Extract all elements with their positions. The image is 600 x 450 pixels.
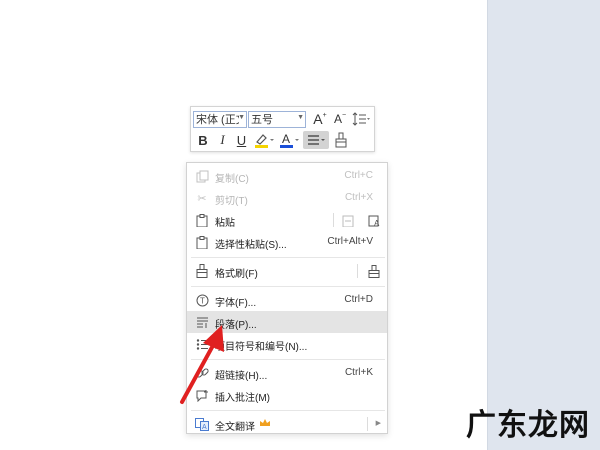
paragraph-icon	[195, 315, 209, 329]
svg-text:A: A	[202, 424, 207, 431]
highlight-button[interactable]	[251, 131, 277, 149]
font-color-icon: A	[280, 132, 299, 148]
menu-item-paste-special[interactable]: 选择性粘贴(S)... Ctrl+Alt+V	[187, 231, 387, 253]
font-color-button[interactable]: A	[277, 131, 301, 149]
line-spacing-icon	[352, 112, 370, 126]
mini-toolbar: 宋体 (正文 ▼ 五号 ▼ A+ A− B I U	[190, 106, 375, 152]
svg-text:A: A	[374, 219, 380, 227]
menu-item-label: 超链接(H)...	[215, 371, 268, 382]
format-painter-icon	[335, 132, 347, 148]
highlighter-icon	[255, 134, 274, 148]
menu-item-cut[interactable]: ✂ 剪切(T) Ctrl+X	[187, 187, 387, 209]
menu-item-label: 格式刷(F)	[215, 269, 258, 280]
menu-item-hyperlink[interactable]: 超链接(H)... Ctrl+K	[187, 362, 387, 384]
shortcut-text: Ctrl+X	[344, 192, 373, 203]
menu-item-paste[interactable]: 粘贴 A	[187, 209, 387, 231]
side-panel	[487, 0, 600, 450]
menu-separator	[191, 257, 385, 258]
grow-font-button[interactable]: A +	[310, 110, 330, 128]
menu-item-label: 全文翻译	[215, 422, 255, 433]
menu-item-label: 复制(C)	[215, 174, 249, 185]
format-painter-icon	[195, 264, 209, 278]
menu-item-label: 剪切(T)	[215, 196, 248, 207]
underline-button[interactable]: U	[232, 131, 251, 149]
toolbar-row-2: B I U A	[193, 130, 351, 150]
toolbar-row-1: 宋体 (正文 ▼ 五号 ▼ A+ A−	[193, 109, 372, 129]
scissors-icon: ✂	[197, 192, 207, 205]
menu-item-label: 插入批注(M)	[215, 393, 270, 404]
menu-item-label: 项目符号和编号(N)...	[215, 342, 308, 353]
divider	[357, 264, 358, 278]
menu-separator	[191, 410, 385, 411]
link-icon	[195, 366, 209, 380]
menu-item-label: 选择性粘贴(S)...	[215, 240, 287, 251]
clipboard-icon	[195, 213, 209, 227]
watermark-text: 广东龙网	[466, 408, 590, 443]
menu-item-insert-comment[interactable]: 插入批注(M)	[187, 384, 387, 406]
paste-keep-format-icon[interactable]: A	[367, 213, 381, 227]
menu-item-translate[interactable]: A 全文翻译 ▶	[187, 413, 387, 435]
menu-item-label: 字体(F)...	[215, 298, 257, 309]
bold-icon: B	[198, 132, 208, 148]
font-name-select[interactable]: 宋体 (正文 ▼	[193, 110, 247, 128]
align-icon	[308, 135, 325, 145]
menu-item-paragraph[interactable]: 段落(P)...	[187, 311, 387, 333]
context-menu: 复制(C) Ctrl+C ✂ 剪切(T) Ctrl+X 粘贴 A 选择性粘贴(S…	[186, 162, 388, 434]
menu-item-label: 段落(P)...	[215, 320, 257, 331]
shortcut-text: Ctrl+Alt+V	[327, 236, 373, 247]
bold-button[interactable]: B	[193, 131, 213, 149]
divider	[333, 213, 334, 227]
menu-separator	[191, 286, 385, 287]
chevron-down-icon: ▼	[238, 113, 245, 121]
menu-item-format-painter[interactable]: 格式刷(F)	[187, 260, 387, 282]
font-name-value: 宋体 (正文	[196, 114, 239, 126]
bullet-list-icon	[195, 337, 209, 351]
italic-icon: I	[220, 132, 225, 147]
shrink-font-button[interactable]: A −	[330, 110, 350, 128]
menu-item-bullets[interactable]: 项目符号和编号(N)...	[187, 333, 387, 355]
font-size-value: 五号	[251, 114, 273, 126]
shrink-font-icon: A	[333, 112, 342, 126]
menu-separator	[191, 359, 385, 360]
grow-font-icon: A	[313, 111, 323, 127]
font-t-icon: T	[195, 293, 209, 307]
copy-icon	[195, 169, 209, 183]
shortcut-text: Ctrl+C	[344, 170, 373, 181]
align-button[interactable]	[303, 131, 329, 149]
caret-down-icon: −	[341, 111, 347, 119]
italic-button[interactable]: I	[213, 131, 232, 149]
clipboard-icon	[195, 235, 209, 249]
caret-up-icon: +	[322, 111, 327, 119]
chevron-right-icon: ▶	[375, 420, 381, 427]
translate-icon: A	[195, 417, 209, 431]
comment-icon	[195, 388, 209, 402]
svg-text:A: A	[282, 132, 290, 146]
underline-icon: U	[236, 132, 247, 148]
svg-text:T: T	[200, 296, 205, 305]
font-size-select[interactable]: 五号 ▼	[248, 110, 306, 128]
chevron-down-icon: ▼	[297, 113, 304, 121]
line-spacing-button[interactable]	[350, 110, 372, 128]
menu-item-label: 粘贴	[215, 218, 235, 229]
menu-item-copy[interactable]: 复制(C) Ctrl+C	[187, 165, 387, 187]
crown-icon	[259, 418, 271, 428]
paste-text-only-icon[interactable]	[341, 213, 355, 227]
format-painter-lock-icon[interactable]	[367, 264, 381, 278]
divider	[367, 417, 368, 431]
shortcut-text: Ctrl+D	[344, 294, 373, 305]
shortcut-text: Ctrl+K	[344, 367, 373, 378]
format-painter-button[interactable]	[331, 131, 351, 149]
menu-item-font[interactable]: T 字体(F)... Ctrl+D	[187, 289, 387, 311]
